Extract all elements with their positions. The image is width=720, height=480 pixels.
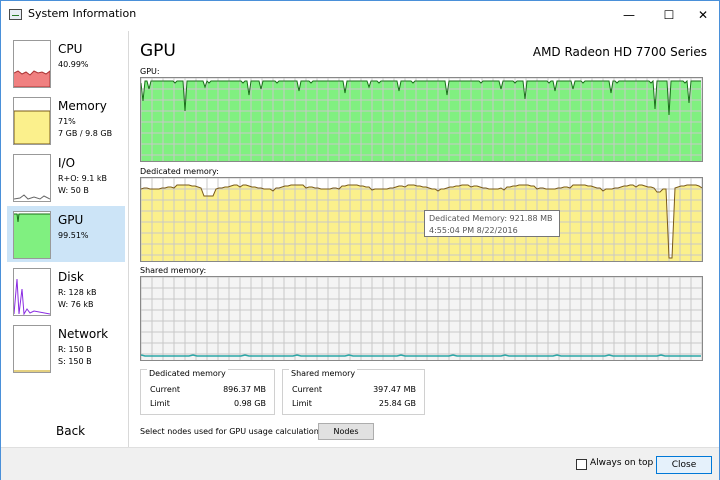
gpu-thumb-fill bbox=[14, 214, 50, 258]
always-on-top-label[interactable]: Always on top bbox=[590, 458, 653, 468]
sidebar-item-label: CPU bbox=[58, 42, 83, 56]
maximize-button[interactable]: ☐ bbox=[651, 1, 687, 30]
device-name: AMD Radeon HD 7700 Series bbox=[532, 45, 707, 59]
shared-memory-bg bbox=[141, 277, 702, 360]
sidebar-item-value: 40.99% bbox=[58, 60, 89, 69]
nodes-button[interactable]: Nodes bbox=[318, 423, 374, 440]
shared-memory-graph bbox=[140, 276, 703, 361]
footer: Always on top Close bbox=[1, 447, 719, 480]
sidebar-item-value: W: 76 kB bbox=[58, 300, 94, 309]
sidebar-item-io[interactable]: I/O R+O: 9.1 kB W: 50 B bbox=[7, 149, 125, 205]
limit-label: Limit bbox=[150, 399, 170, 408]
memory-thumbnail bbox=[13, 97, 51, 145]
app-icon bbox=[9, 9, 22, 20]
sidebar-item-value: W: 50 B bbox=[58, 186, 89, 195]
gpu-thumbnail bbox=[13, 211, 51, 259]
limit-value: 0.98 GB bbox=[233, 399, 266, 408]
system-information-window: System Information — ☐ ✕ CPU 40.99% Memo… bbox=[0, 0, 720, 480]
cpu-thumb-fill bbox=[14, 70, 50, 87]
sidebar-item-label: Disk bbox=[58, 270, 84, 284]
sidebar-item-gpu[interactable]: GPU 99.51% bbox=[7, 206, 125, 262]
limit-value: 25.84 GB bbox=[378, 399, 416, 408]
gpu-usage-graph bbox=[140, 77, 703, 162]
current-value: 896.37 MB bbox=[223, 385, 266, 394]
box-title: Dedicated memory bbox=[147, 369, 228, 378]
dedicated-graph-label: Dedicated memory: bbox=[140, 167, 219, 176]
minimize-button[interactable]: — bbox=[611, 1, 647, 30]
tooltip-line: Dedicated Memory: 921.88 MB bbox=[429, 214, 553, 223]
sidebar-item-label: GPU bbox=[58, 213, 84, 227]
back-button[interactable]: Back bbox=[56, 424, 85, 438]
sidebar-item-network[interactable]: Network R: 150 B S: 150 B bbox=[7, 320, 125, 376]
tooltip-line: 4:55:04 PM 8/22/2016 bbox=[429, 226, 518, 235]
sidebar-item-cpu[interactable]: CPU 40.99% bbox=[7, 35, 125, 91]
close-window-button[interactable]: ✕ bbox=[685, 1, 720, 30]
graph-tooltip: Dedicated Memory: 921.88 MB 4:55:04 PM 8… bbox=[424, 210, 560, 237]
sidebar-item-value: 7 GB / 9.8 GB bbox=[58, 129, 113, 138]
sidebar-item-value: 99.51% bbox=[58, 231, 89, 240]
disk-thumbnail bbox=[13, 268, 51, 316]
sidebar-item-disk[interactable]: Disk R: 128 kB W: 76 kB bbox=[7, 263, 125, 319]
sidebar-item-value: R: 128 kB bbox=[58, 288, 97, 297]
sidebar-item-value: R: 150 B bbox=[58, 345, 92, 354]
close-button[interactable]: Close bbox=[656, 456, 712, 474]
sidebar-item-value: R+O: 9.1 kB bbox=[58, 174, 108, 183]
title-bar: System Information — ☐ ✕ bbox=[1, 1, 719, 30]
dedicated-memory-graph bbox=[140, 177, 703, 262]
sidebar-item-label: Memory bbox=[58, 99, 107, 113]
memory-thumb-fill bbox=[14, 110, 50, 144]
sidebar-item-label: Network bbox=[58, 327, 109, 341]
io-thumbnail bbox=[13, 154, 51, 202]
dedicated-memory-area bbox=[141, 185, 702, 261]
sidebar-item-value: 71% bbox=[58, 117, 76, 126]
shared-memory-box: Shared memory Current 397.47 MB Limit 25… bbox=[282, 369, 425, 415]
gpu-graph-label: GPU: bbox=[140, 67, 160, 76]
io-thumb-line bbox=[14, 194, 50, 200]
sidebar-item-value: S: 150 B bbox=[58, 357, 92, 366]
shared-graph-label: Shared memory: bbox=[140, 266, 207, 275]
sidebar-item-label: I/O bbox=[58, 156, 76, 170]
sidebar: CPU 40.99% Memory 71% 7 GB / 9.8 GB I/O … bbox=[1, 31, 129, 447]
current-value: 397.47 MB bbox=[373, 385, 416, 394]
gpu-panel: GPU AMD Radeon HD 7700 Series GPU: Dedic… bbox=[130, 31, 719, 447]
limit-label: Limit bbox=[292, 399, 312, 408]
always-on-top-checkbox[interactable] bbox=[576, 459, 587, 470]
nodes-prompt: Select nodes used for GPU usage calculat… bbox=[140, 427, 326, 436]
network-thumbnail bbox=[13, 325, 51, 373]
page-title: GPU bbox=[140, 41, 176, 61]
dedicated-memory-box: Dedicated memory Current 896.37 MB Limit… bbox=[140, 369, 275, 415]
disk-thumb-line bbox=[14, 278, 50, 315]
cpu-thumbnail bbox=[13, 40, 51, 88]
box-title: Shared memory bbox=[289, 369, 358, 378]
sidebar-item-memory[interactable]: Memory 71% 7 GB / 9.8 GB bbox=[7, 92, 125, 148]
gpu-usage-area bbox=[141, 81, 702, 161]
window-title: System Information bbox=[28, 7, 137, 20]
current-label: Current bbox=[150, 385, 181, 394]
current-label: Current bbox=[292, 385, 323, 394]
